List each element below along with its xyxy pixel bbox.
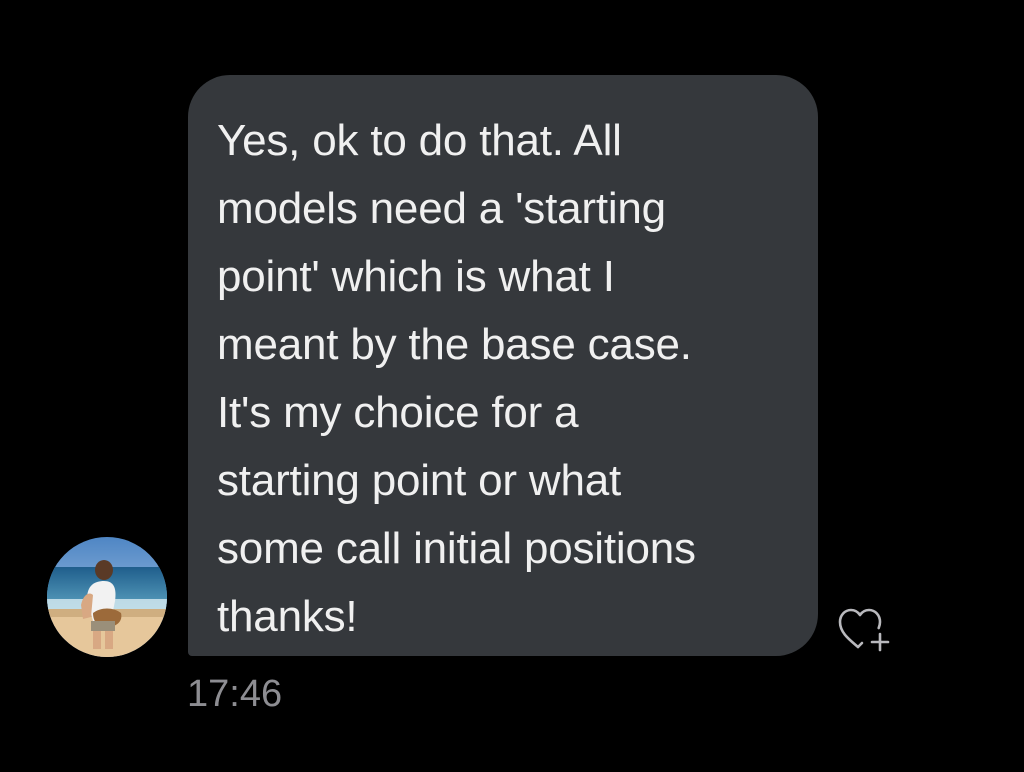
sender-avatar[interactable] — [47, 537, 167, 657]
message-line: point' which is what I — [217, 252, 615, 301]
heart-plus-icon — [838, 608, 890, 652]
message-timestamp: 17:46 — [187, 673, 283, 715]
message-line: thanks! — [217, 592, 358, 641]
message-line: some call initial positions — [217, 524, 696, 573]
message-line: It's my choice for a — [217, 388, 579, 437]
message-line: meant by the base case. — [217, 320, 692, 369]
message-line: Yes, ok to do that. All — [217, 116, 622, 165]
message-line: starting point or what — [217, 456, 622, 505]
avatar-photo — [47, 537, 167, 657]
add-reaction-button[interactable] — [836, 603, 896, 655]
message-line: models need a 'starting — [217, 184, 666, 233]
message-bubble[interactable]: Yes, ok to do that. All models need a 's… — [188, 75, 818, 656]
